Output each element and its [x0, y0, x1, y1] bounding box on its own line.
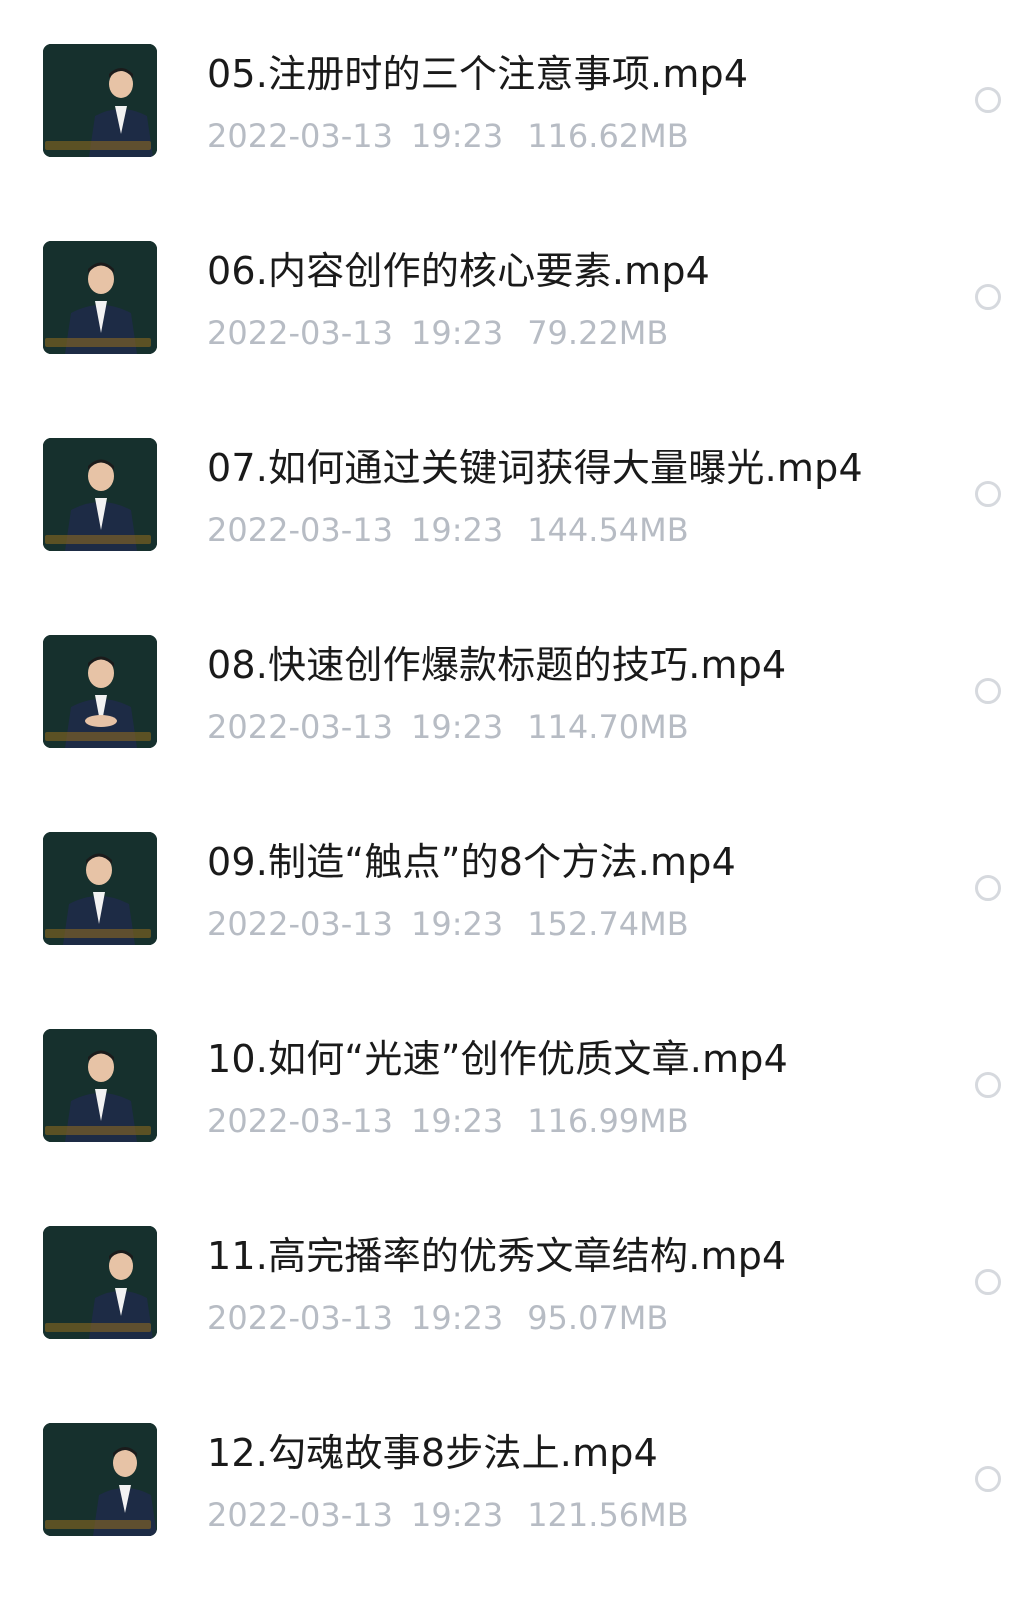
- video-thumbnail[interactable]: [43, 832, 157, 945]
- video-thumbnail[interactable]: [43, 44, 157, 157]
- select-radio[interactable]: [975, 87, 1001, 113]
- file-size: 116.62MB: [527, 117, 689, 155]
- file-size: 144.54MB: [527, 511, 689, 549]
- file-time: 19:23: [410, 511, 504, 549]
- list-item[interactable]: 09.制造“触点”的8个方法.mp4 2022-03-13 19:23 152.74…: [0, 788, 1033, 992]
- file-meta: 2022-03-13 19:23 144.54MB: [207, 508, 689, 552]
- file-size: 152.74MB: [527, 905, 689, 943]
- file-name: 06.内容创作的核心要素.mp4: [207, 249, 711, 293]
- video-thumbnail[interactable]: [43, 438, 157, 551]
- file-name: 07.如何通过关键词获得大量曝光.mp4: [207, 446, 863, 490]
- video-thumbnail[interactable]: [43, 635, 157, 748]
- video-thumbnail[interactable]: [43, 241, 157, 354]
- file-date: 2022-03-13: [207, 117, 393, 155]
- video-thumbnail[interactable]: [43, 1029, 157, 1142]
- file-meta: 2022-03-13 19:23 79.22MB: [207, 311, 668, 355]
- file-date: 2022-03-13: [207, 1496, 393, 1534]
- select-radio[interactable]: [975, 875, 1001, 901]
- file-time: 19:23: [410, 708, 504, 746]
- file-time: 19:23: [410, 1496, 504, 1534]
- thumbnail-caption: [45, 1520, 151, 1529]
- file-date: 2022-03-13: [207, 511, 393, 549]
- thumbnail-caption: [45, 1323, 151, 1332]
- file-name: 05.注册时的三个注意事项.mp4: [207, 52, 749, 96]
- list-item[interactable]: 12.勾魂故事8步法上.mp4 2022-03-13 19:23 121.56MB: [0, 1379, 1033, 1583]
- list-item[interactable]: 08.快速创作爆款标题的技巧.mp4 2022-03-13 19:23 114.70…: [0, 591, 1033, 795]
- thumbnail-caption: [45, 1126, 151, 1135]
- thumbnail-caption: [45, 141, 151, 150]
- file-meta: 2022-03-13 19:23 116.99MB: [207, 1099, 689, 1143]
- file-name: 11.高完播率的优秀文章结构.mp4: [207, 1234, 787, 1278]
- file-time: 19:23: [410, 117, 504, 155]
- file-size: 121.56MB: [527, 1496, 689, 1534]
- file-name: 10.如何“光速”创作优质文章.mp4: [207, 1037, 789, 1081]
- select-radio[interactable]: [975, 1466, 1001, 1492]
- thumbnail-caption: [45, 732, 151, 741]
- file-size: 95.07MB: [527, 1299, 669, 1337]
- file-meta: 2022-03-13 19:23 114.70MB: [207, 705, 689, 749]
- file-time: 19:23: [410, 905, 504, 943]
- select-radio[interactable]: [975, 1269, 1001, 1295]
- file-time: 19:23: [410, 314, 504, 352]
- file-time: 19:23: [410, 1299, 504, 1337]
- file-date: 2022-03-13: [207, 905, 393, 943]
- list-item[interactable]: 10.如何“光速”创作优质文章.mp4 2022-03-13 19:23 116.9…: [0, 985, 1033, 1189]
- file-meta: 2022-03-13 19:23 95.07MB: [207, 1296, 668, 1340]
- file-size: 116.99MB: [527, 1102, 689, 1140]
- list-item[interactable]: 07.如何通过关键词获得大量曝光.mp4 2022-03-13 19:23 144.…: [0, 394, 1033, 598]
- select-radio[interactable]: [975, 678, 1001, 704]
- file-date: 2022-03-13: [207, 1102, 393, 1140]
- file-size: 79.22MB: [527, 314, 669, 352]
- file-name: 12.勾魂故事8步法上.mp4: [207, 1431, 659, 1475]
- thumbnail-caption: [45, 535, 151, 544]
- select-radio[interactable]: [975, 1072, 1001, 1098]
- video-thumbnail[interactable]: [43, 1226, 157, 1339]
- select-radio[interactable]: [975, 481, 1001, 507]
- file-date: 2022-03-13: [207, 314, 393, 352]
- file-meta: 2022-03-13 19:23 152.74MB: [207, 902, 689, 946]
- video-thumbnail[interactable]: [43, 1423, 157, 1536]
- file-size: 114.70MB: [527, 708, 689, 746]
- file-list: 05.注册时的三个注意事项.mp4 2022-03-13 19:23 116.62M…: [0, 0, 1033, 1624]
- file-name: 09.制造“触点”的8个方法.mp4: [207, 840, 736, 884]
- thumbnail-caption: [45, 338, 151, 347]
- file-meta: 2022-03-13 19:23 116.62MB: [207, 114, 689, 158]
- file-meta: 2022-03-13 19:23 121.56MB: [207, 1493, 689, 1537]
- list-item[interactable]: 06.内容创作的核心要素.mp4 2022-03-13 19:23 79.22MB: [0, 197, 1033, 401]
- list-item[interactable]: 05.注册时的三个注意事项.mp4 2022-03-13 19:23 116.62M…: [0, 0, 1033, 204]
- thumbnail-caption: [45, 929, 151, 938]
- file-date: 2022-03-13: [207, 1299, 393, 1337]
- file-time: 19:23: [410, 1102, 504, 1140]
- file-date: 2022-03-13: [207, 708, 393, 746]
- file-name: 08.快速创作爆款标题的技巧.mp4: [207, 643, 787, 687]
- list-item[interactable]: 11.高完播率的优秀文章结构.mp4 2022-03-13 19:23 95.07M…: [0, 1182, 1033, 1386]
- select-radio[interactable]: [975, 284, 1001, 310]
